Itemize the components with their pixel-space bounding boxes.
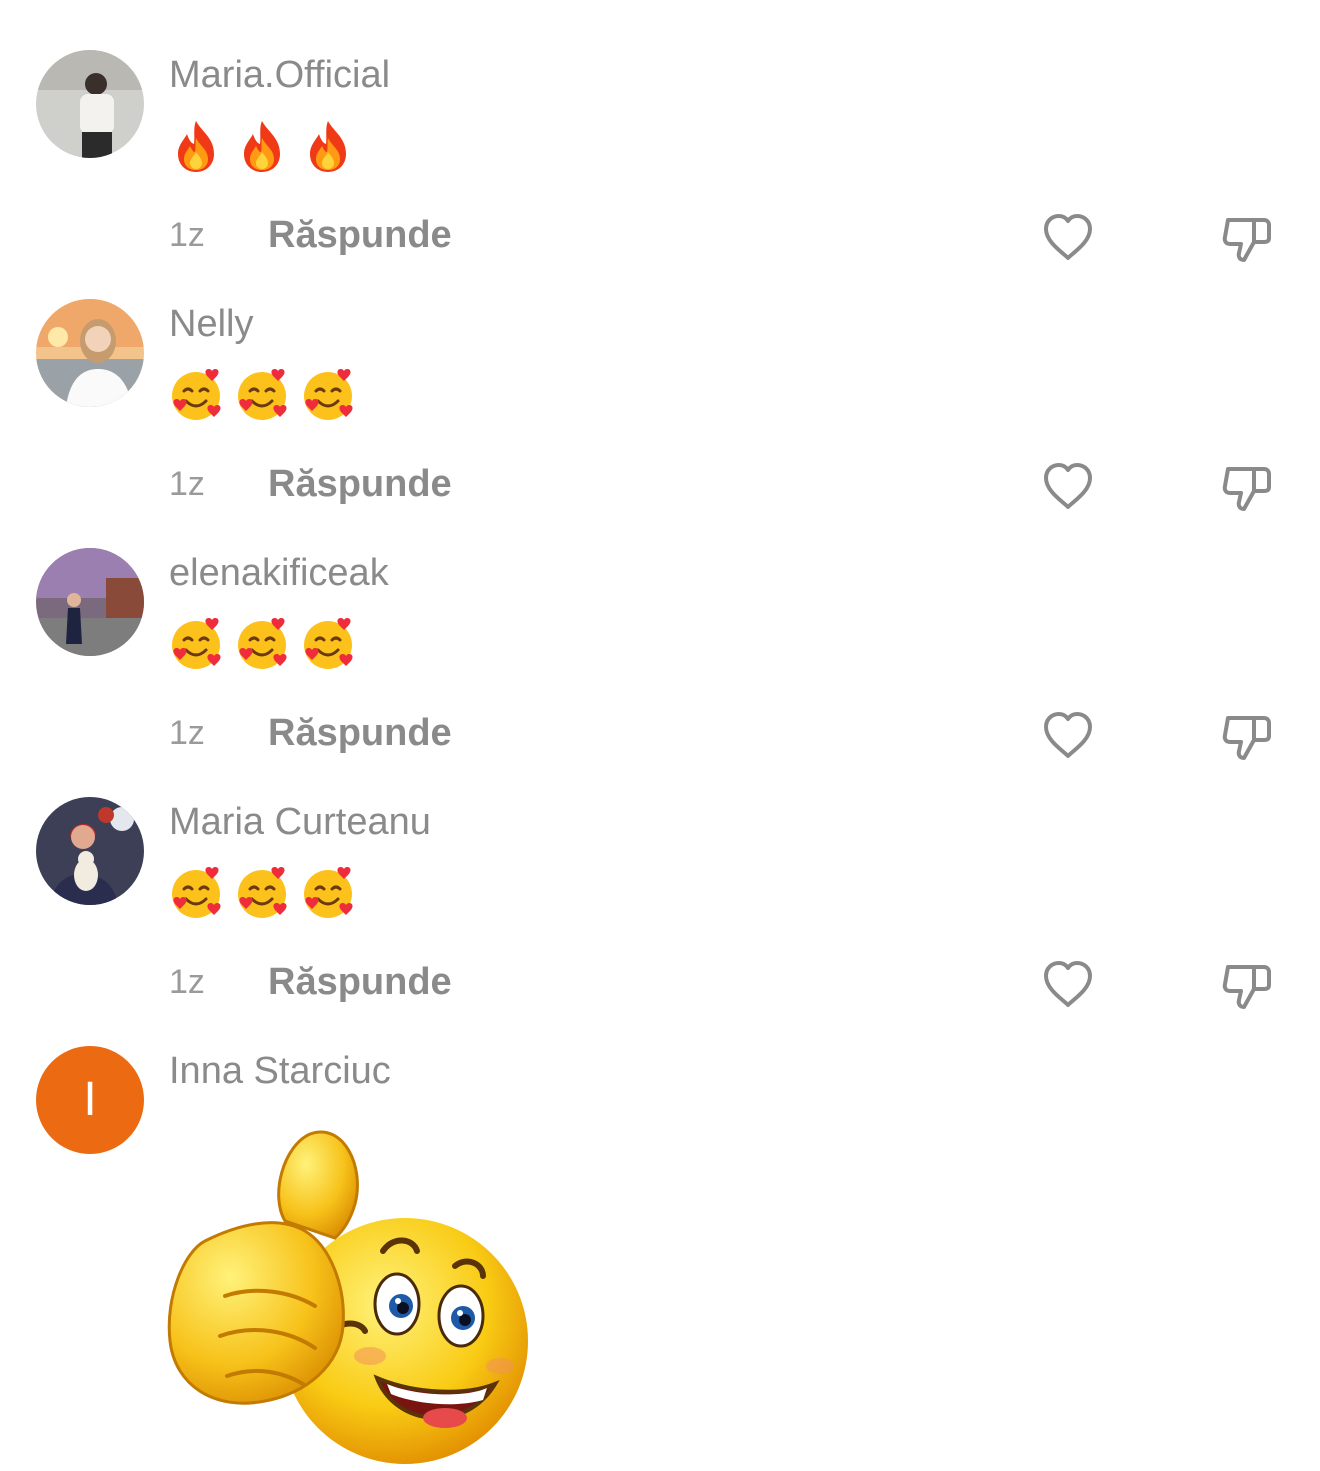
heart-outline-icon[interactable]	[1040, 708, 1096, 764]
timestamp: 1z	[169, 216, 205, 254]
username[interactable]: Maria.Official	[169, 54, 390, 97]
avatar[interactable]: I	[36, 1046, 144, 1154]
username[interactable]: Inna Starciuc	[169, 1050, 391, 1093]
fire-emoji	[310, 121, 346, 172]
avatar[interactable]	[36, 299, 144, 407]
comment-content	[168, 865, 356, 921]
comment-actions: 1z Răspunde	[0, 214, 1320, 264]
thumbs-down-outline-icon[interactable]	[1218, 210, 1274, 266]
reply-button[interactable]: Răspunde	[268, 463, 452, 506]
heart-outline-icon[interactable]	[1040, 459, 1096, 515]
username[interactable]: Maria Curteanu	[169, 801, 431, 844]
comment-actions: 1z Răspunde	[0, 463, 1320, 513]
heart-outline-icon[interactable]	[1040, 957, 1096, 1013]
comment-actions: 1z Răspunde	[0, 712, 1320, 762]
comment-content	[168, 367, 356, 423]
timestamp: 1z	[169, 963, 205, 1001]
thumbs-down-outline-icon[interactable]	[1218, 957, 1274, 1013]
heart-outline-icon[interactable]	[1040, 210, 1096, 266]
reply-button[interactable]: Răspunde	[268, 712, 452, 755]
timestamp: 1z	[169, 714, 205, 752]
thumbs-up-smiley-sticker	[165, 1126, 535, 1466]
reply-button[interactable]: Răspunde	[268, 961, 452, 1004]
thumbs-down-outline-icon[interactable]	[1218, 459, 1274, 515]
comment-actions: 1z Răspunde	[0, 961, 1320, 1011]
timestamp: 1z	[169, 465, 205, 503]
comment-content	[168, 118, 356, 174]
comment-content	[168, 616, 356, 672]
avatar[interactable]	[36, 548, 144, 656]
thumbs-down-outline-icon[interactable]	[1218, 708, 1274, 764]
smiling-face-with-hearts-emoji	[172, 867, 221, 918]
smiling-face-with-hearts-emoji	[304, 369, 353, 420]
smiling-face-with-hearts-emoji	[172, 618, 221, 669]
fire-emoji	[178, 121, 214, 172]
smiling-face-with-hearts-emoji	[238, 867, 287, 918]
smiling-face-with-hearts-emoji	[238, 618, 287, 669]
fire-emoji	[244, 121, 280, 172]
smiling-face-with-hearts-emoji	[238, 369, 287, 420]
avatar[interactable]	[36, 50, 144, 158]
smiling-face-with-hearts-emoji	[304, 867, 353, 918]
username[interactable]: Nelly	[169, 303, 253, 346]
reply-button[interactable]: Răspunde	[268, 214, 452, 257]
avatar[interactable]	[36, 797, 144, 905]
smiling-face-with-hearts-emoji	[172, 369, 221, 420]
smiling-face-with-hearts-emoji	[304, 618, 353, 669]
username[interactable]: elenakificeak	[169, 552, 389, 595]
